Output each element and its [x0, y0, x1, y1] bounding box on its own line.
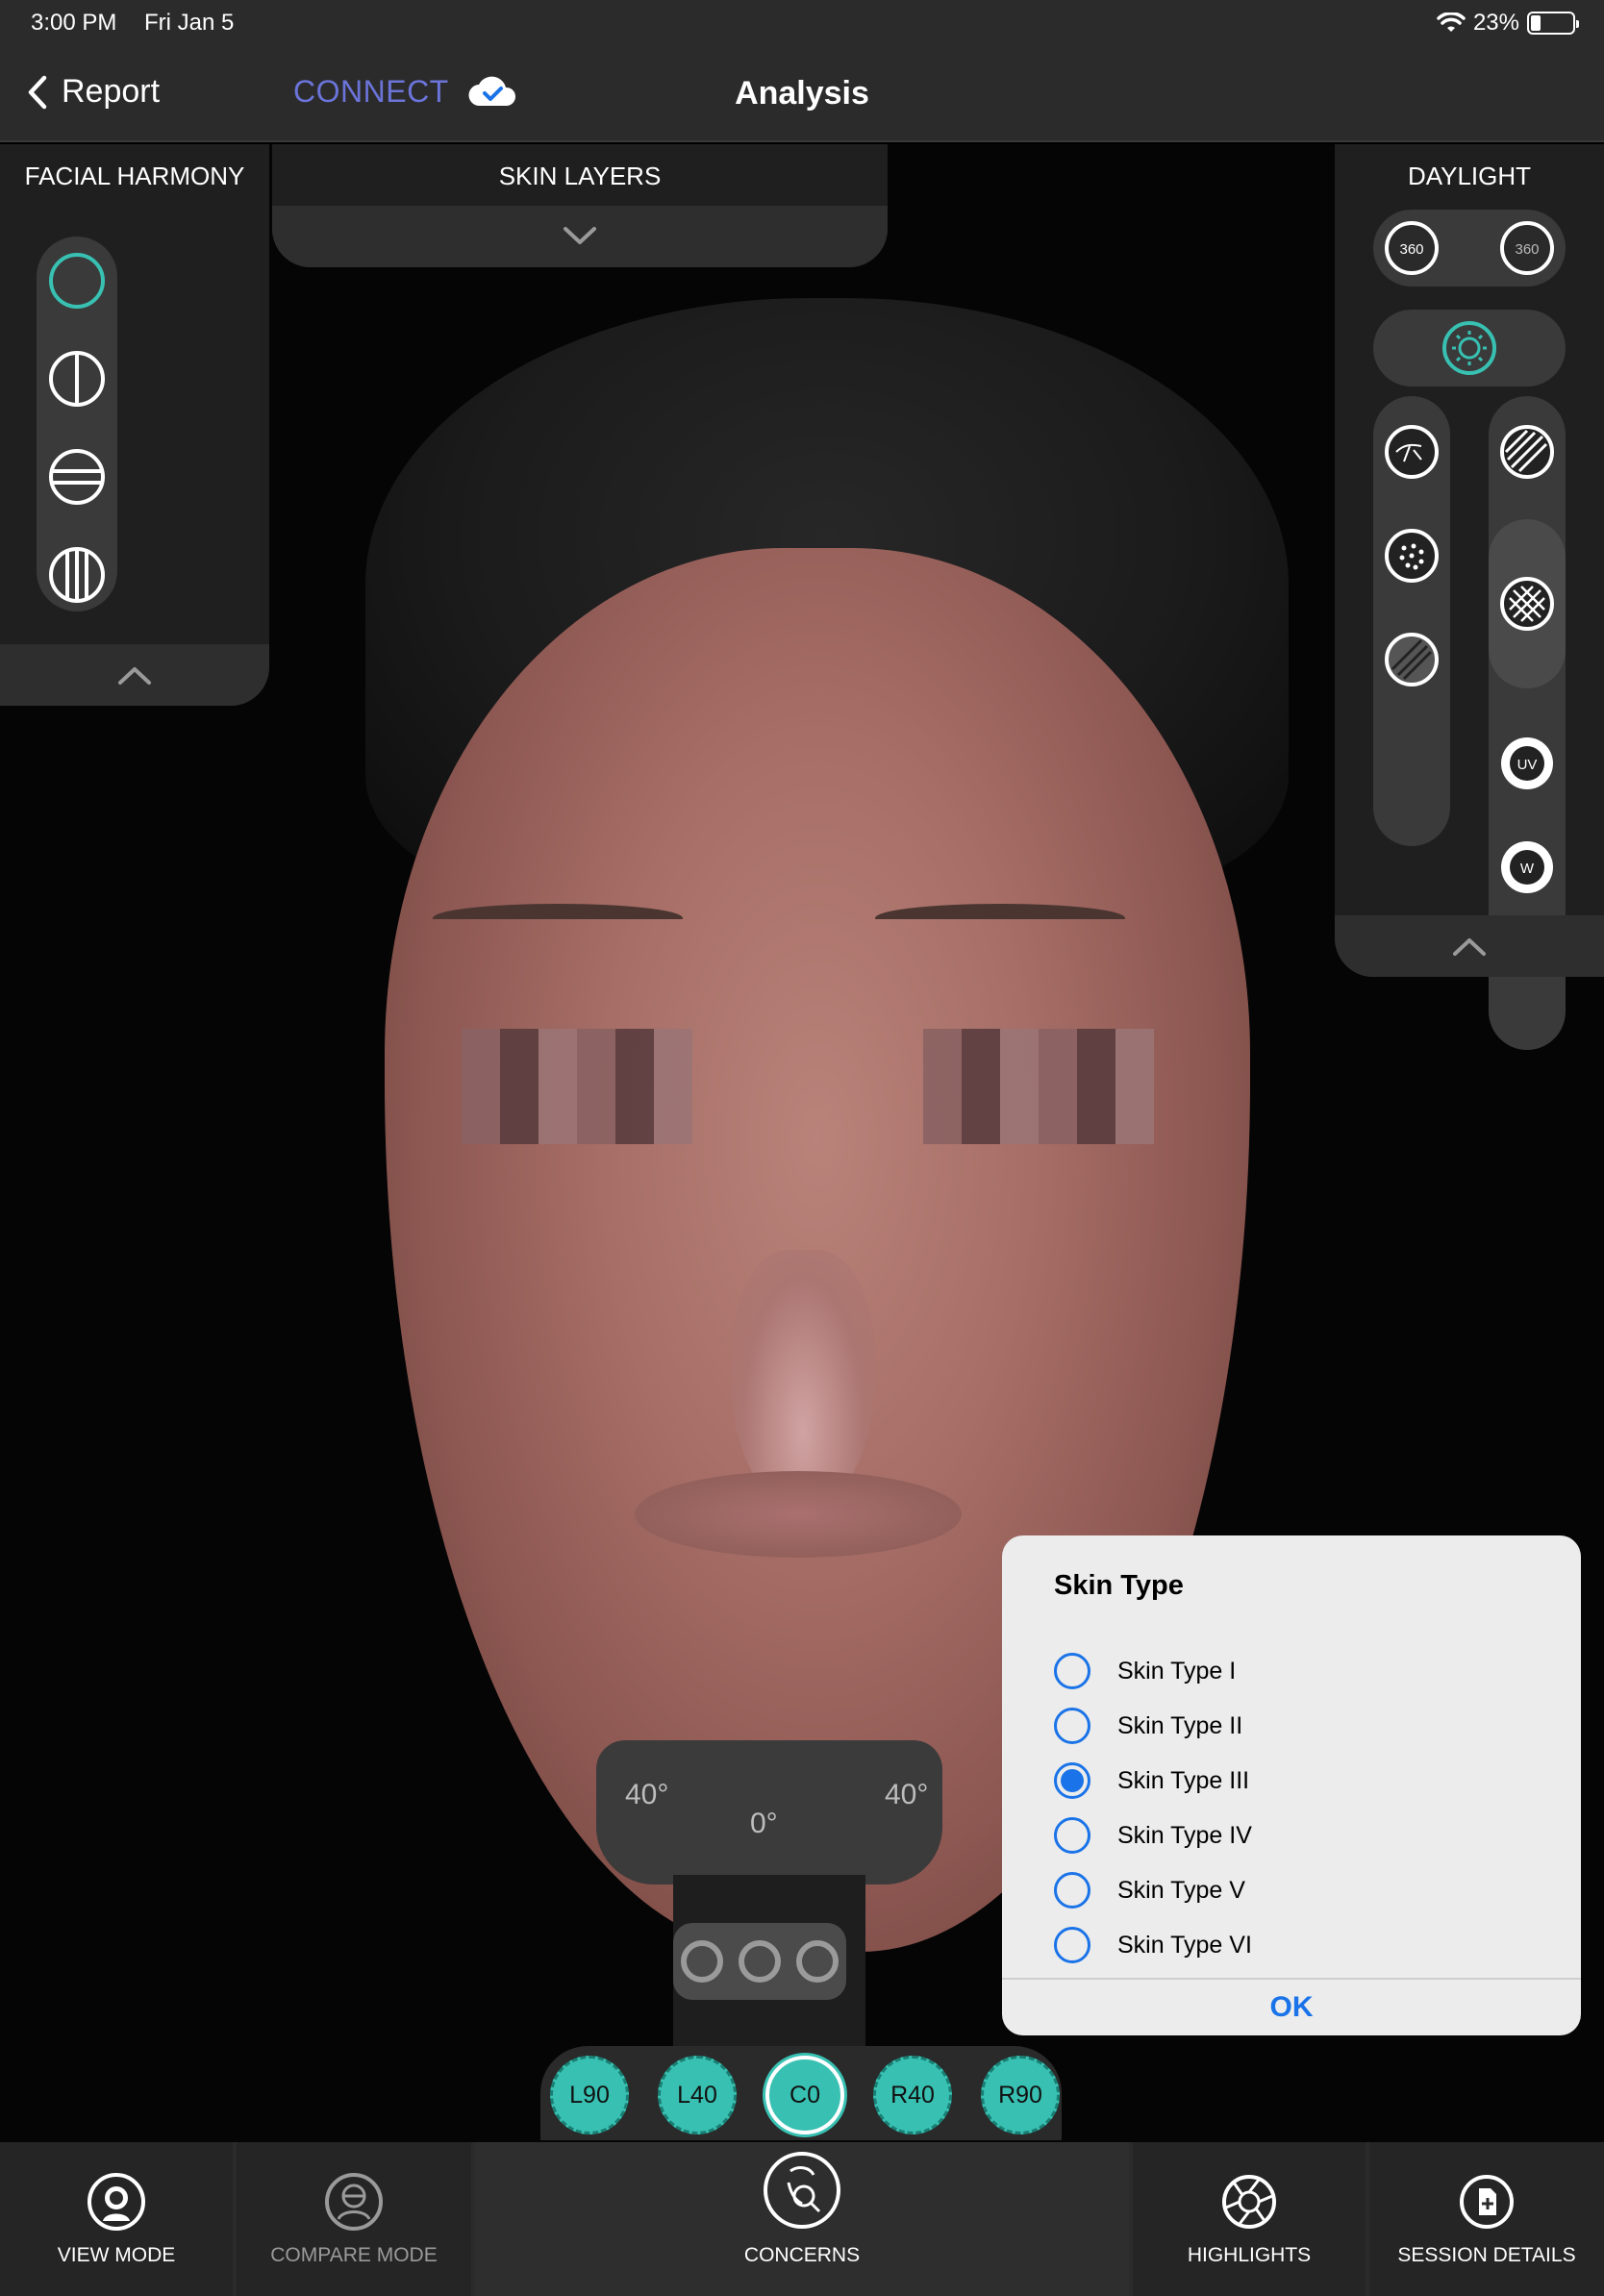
skin-type-option-label: Skin Type IV: [1117, 1821, 1252, 1849]
skin-type-option-label: Skin Type III: [1117, 1766, 1250, 1794]
facial-harmony-panel: FACIAL HARMONY: [0, 144, 269, 706]
ok-button[interactable]: OK: [1002, 1980, 1581, 2035]
angle-selector: L90 L40 C0 R40 R90: [540, 2046, 1062, 2140]
chevron-down-icon: [564, 227, 596, 244]
skin-type-option[interactable]: Skin Type II: [1054, 1704, 1242, 1748]
skin-layers-title: SKIN LAYERS: [498, 162, 662, 190]
aperture-icon: [1222, 2175, 1276, 2229]
daylight-sun-icon[interactable]: [1441, 319, 1498, 377]
chevron-up-icon: [118, 667, 151, 685]
wrinkles-filter-icon[interactable]: [1383, 423, 1441, 481]
daylight-title: DAYLIGHT: [1407, 162, 1532, 190]
skin-type-option[interactable]: Skin Type III: [1054, 1759, 1249, 1803]
vertical-thirds-icon[interactable]: [48, 546, 106, 604]
tab-view-mode-label: VIEW MODE: [57, 2244, 176, 2266]
daylight-collapse[interactable]: [1335, 915, 1604, 977]
left-brow: [433, 904, 683, 933]
skin-type-option-label: Skin Type II: [1117, 1711, 1243, 1739]
daylight-panel: DAYLIGHT 360 360 UV W: [1335, 144, 1604, 1050]
tab-highlights-label: HIGHLIGHTS: [1187, 2244, 1312, 2266]
uv-filter-label: UV: [1517, 757, 1538, 773]
angle-chip[interactable]: L90: [550, 2056, 629, 2134]
chinrest-center-angle: 0°: [750, 1808, 778, 1839]
tab-highlights[interactable]: HIGHLIGHTS: [1133, 2142, 1366, 2296]
page-title: Analysis: [735, 75, 869, 112]
angle-chip[interactable]: L40: [658, 2056, 737, 2134]
wifi-icon: [1437, 12, 1466, 32]
tab-compare-mode[interactable]: COMPARE MODE: [237, 2142, 471, 2296]
bottom-tab-bar: VIEW MODE COMPARE MODE CONCERNS HIGHLIGH…: [0, 2142, 1604, 2296]
white-light-filter-label: W: [1520, 861, 1535, 877]
document-plus-icon: [1460, 2175, 1514, 2229]
skin-type-option[interactable]: Skin Type I: [1054, 1649, 1236, 1693]
chinrest-left-angle: 40°: [625, 1779, 669, 1810]
radio-button[interactable]: [1054, 1762, 1090, 1799]
facial-harmony-title: FACIAL HARMONY: [24, 162, 245, 190]
chevron-up-icon: [1453, 938, 1486, 956]
angle-chip[interactable]: R40: [873, 2056, 952, 2134]
circle-icon[interactable]: [48, 252, 106, 310]
white-light-filter-icon[interactable]: W: [1498, 838, 1556, 896]
radio-button[interactable]: [1054, 1872, 1090, 1909]
skin-type-option[interactable]: Skin Type VI: [1054, 1923, 1252, 1967]
uv-filter-icon[interactable]: UV: [1498, 735, 1556, 792]
tab-session-details-label: SESSION DETAILS: [1397, 2244, 1576, 2266]
pores-filter-icon[interactable]: [1383, 527, 1441, 585]
top-bar: 3:00 PM Fri Jan 5 23% Report CONNECT Ana…: [0, 0, 1604, 142]
battery-icon: [1527, 12, 1579, 35]
view-360-left-icon[interactable]: 360: [1383, 219, 1441, 277]
skin-type-dialog: Skin Type Skin Type I Skin Type II Skin Ty…: [1002, 1535, 1581, 2035]
chinrest: 40° 0° 40°: [596, 1740, 942, 1884]
battery-percent: 23%: [1472, 10, 1519, 36]
skin-layers-expand[interactable]: [272, 206, 888, 267]
radio-button[interactable]: [1054, 1653, 1090, 1689]
right-eye-blur: [923, 1029, 1154, 1144]
facial-harmony-collapse[interactable]: [0, 644, 269, 706]
chinrest-buttons: [673, 1923, 846, 2000]
tab-concerns-label: CONCERNS: [743, 2244, 861, 2266]
lips: [635, 1471, 962, 1558]
view-360-right-label: 360: [1515, 241, 1539, 258]
view-360-left-label: 360: [1399, 241, 1423, 258]
view-360-right-icon[interactable]: 360: [1498, 219, 1556, 277]
battery-fill: [1531, 15, 1541, 31]
view-mode-icon: [88, 2173, 145, 2231]
skin-type-option-label: Skin Type VI: [1117, 1931, 1252, 1959]
left-eye-blur: [462, 1029, 692, 1144]
skin-type-option[interactable]: Skin Type IV: [1054, 1813, 1252, 1858]
skin-type-title: Skin Type: [1054, 1570, 1184, 1601]
radio-button[interactable]: [1054, 1927, 1090, 1963]
tab-concerns[interactable]: CONCERNS: [475, 2142, 1129, 2296]
tab-session-details[interactable]: SESSION DETAILS: [1369, 2142, 1604, 2296]
skin-type-option[interactable]: Skin Type V: [1054, 1868, 1245, 1912]
horizontal-split-icon[interactable]: [48, 448, 106, 506]
facial-harmony-tools: [37, 237, 117, 611]
hatched-filter-icon[interactable]: [1498, 423, 1556, 481]
compare-mode-icon: [325, 2173, 383, 2231]
angle-chip[interactable]: C0: [765, 2056, 844, 2134]
tab-compare-mode-label: COMPARE MODE: [270, 2244, 438, 2266]
radio-button[interactable]: [1054, 1817, 1090, 1854]
crosshatch-filter-icon[interactable]: [1498, 575, 1556, 633]
tab-view-mode[interactable]: VIEW MODE: [0, 2142, 233, 2296]
right-brow: [875, 904, 1125, 933]
radio-button[interactable]: [1054, 1708, 1090, 1744]
chinrest-right-angle: 40°: [885, 1779, 929, 1810]
skin-type-option-label: Skin Type V: [1117, 1876, 1245, 1904]
status-right: 23%: [1437, 10, 1579, 37]
texture-filter-icon[interactable]: [1383, 631, 1441, 688]
vertical-split-icon[interactable]: [48, 350, 106, 408]
status-bar: 3:00 PM Fri Jan 5 23%: [31, 10, 1579, 38]
skin-layers-panel: SKIN LAYERS: [272, 144, 888, 267]
skin-type-option-label: Skin Type I: [1117, 1657, 1237, 1685]
status-date: Fri Jan 5: [144, 10, 235, 36]
concerns-icon: [764, 2152, 840, 2229]
status-time: 3:00 PM: [31, 10, 117, 36]
angle-chip[interactable]: R90: [981, 2056, 1060, 2134]
